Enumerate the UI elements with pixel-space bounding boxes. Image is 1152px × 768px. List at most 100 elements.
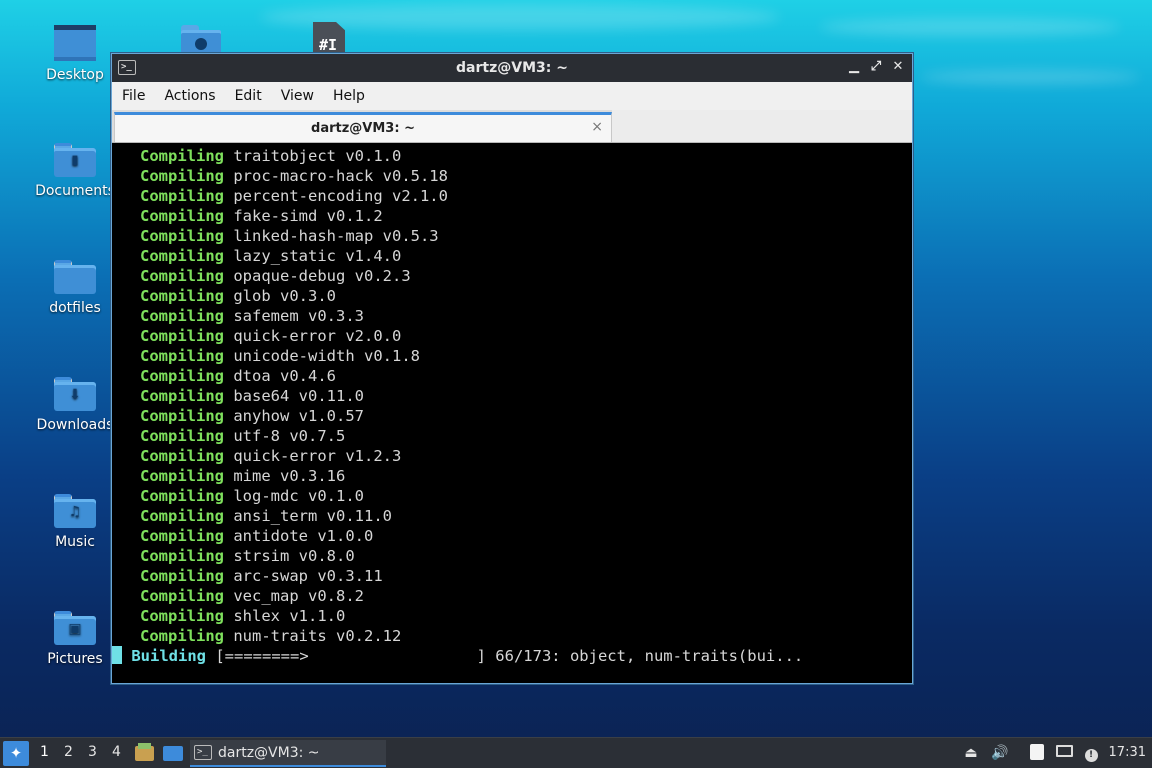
terminal-line: Compiling glob v0.3.0 <box>112 286 912 306</box>
crate-name: lazy_static v1.4.0 <box>233 247 402 265</box>
clock: 17:31 <box>1108 745 1146 760</box>
menu-edit[interactable]: Edit <box>235 88 273 104</box>
menu-actions[interactable]: Actions <box>164 88 226 104</box>
crate-name: log-mdc v0.1.0 <box>233 487 364 505</box>
terminal-line: Compiling quick-error v1.2.3 <box>112 446 912 466</box>
crate-name: percent-encoding v2.1.0 <box>233 187 448 205</box>
menu-file[interactable]: File <box>122 88 156 104</box>
crate-name: unicode-width v0.1.8 <box>233 347 420 365</box>
crate-name: dtoa v0.4.6 <box>233 367 336 385</box>
tab-bar: dartz@VM3: ~ × <box>112 110 912 143</box>
documents-folder[interactable]: ▮ Documents <box>30 143 120 199</box>
compile-keyword: Compiling <box>140 567 224 585</box>
terminal-line: Compiling shlex v1.1.0 <box>112 606 912 626</box>
terminal-line: Compiling base64 v0.11.0 <box>112 386 912 406</box>
background-streak <box>920 70 1140 84</box>
terminal-line: Compiling dtoa v0.4.6 <box>112 366 912 386</box>
dotfiles-folder[interactable]: dotfiles <box>30 260 120 316</box>
compile-keyword: Compiling <box>140 147 224 165</box>
terminal-line: Compiling fake-simd v0.1.2 <box>112 206 912 226</box>
terminal-app-icon[interactable]: >_ <box>118 60 136 75</box>
pictures-folder-label: Pictures <box>47 651 103 667</box>
compile-keyword: Compiling <box>140 187 224 205</box>
terminal-line: Compiling percent-encoding v2.1.0 <box>112 186 912 206</box>
documents-icon: ▮ <box>54 143 96 177</box>
maximize-button[interactable]: ⤢ <box>868 58 884 76</box>
desktop-icon <box>54 25 96 61</box>
text-file-icon[interactable]: #I <box>313 22 345 55</box>
clipboard-icon[interactable] <box>1028 744 1046 762</box>
crate-name: fake-simd v0.1.2 <box>233 207 383 225</box>
compile-keyword: Compiling <box>140 407 224 425</box>
compile-keyword: Compiling <box>140 607 224 625</box>
home-folder-icon[interactable] <box>181 25 223 55</box>
taskbar-terminal-item[interactable]: >_ dartz@VM3: ~ <box>190 740 386 767</box>
download-icon: ⬇ <box>54 377 96 411</box>
taskbar-terminal-label: dartz@VM3: ~ <box>218 744 320 761</box>
file-manager-icon[interactable] <box>135 743 155 763</box>
compile-keyword: Compiling <box>140 327 224 345</box>
terminal-line: Compiling mime v0.3.16 <box>112 466 912 486</box>
workspace-4[interactable]: 4 <box>112 744 121 760</box>
crate-name: anyhow v1.0.57 <box>233 407 364 425</box>
compile-keyword: Compiling <box>140 627 224 645</box>
menu-help[interactable]: Help <box>333 88 376 104</box>
terminal-tab-label: dartz@VM3: ~ <box>311 121 415 136</box>
music-folder-label: Music <box>55 534 95 550</box>
terminal-line: Compiling log-mdc v0.1.0 <box>112 486 912 506</box>
picture-icon: ▣ <box>54 611 96 645</box>
tab-bar-empty <box>612 110 912 142</box>
terminal-line: Compiling traitobject v0.1.0 <box>112 146 912 166</box>
desktop-folder[interactable]: Desktop <box>30 25 120 83</box>
workspace-2[interactable]: 2 <box>64 744 73 760</box>
terminal-line: Compiling num-traits v0.2.12 <box>112 626 912 646</box>
crate-name: traitobject v0.1.0 <box>233 147 402 165</box>
terminal-line: Compiling utf-8 v0.7.5 <box>112 426 912 446</box>
pictures-folder[interactable]: ▣ Pictures <box>30 611 120 667</box>
compile-keyword: Compiling <box>140 527 224 545</box>
terminal-window[interactable]: >_ dartz@VM3: ~ ▁ ⤢ ✕ File Actions Edit … <box>111 53 913 684</box>
close-window-button[interactable]: ✕ <box>890 58 906 76</box>
start-menu-button[interactable]: ✦ <box>3 741 29 766</box>
volume-icon[interactable]: 🔊 <box>991 744 1009 762</box>
lxqt-logo-icon: ✦ <box>9 744 23 762</box>
terminal-icon: >_ <box>194 745 212 760</box>
crate-name: mime v0.3.16 <box>233 467 346 485</box>
terminal-line: Compiling safemem v0.3.3 <box>112 306 912 326</box>
crate-name: arc-swap v0.3.11 <box>233 567 383 585</box>
terminal-tab[interactable]: dartz@VM3: ~ × <box>114 112 612 142</box>
terminal-line: Compiling proc-macro-hack v0.5.18 <box>112 166 912 186</box>
background-streak <box>820 18 1120 36</box>
menu-view[interactable]: View <box>281 88 325 104</box>
compile-keyword: Compiling <box>140 487 224 505</box>
update-icon[interactable]: ! <box>1082 744 1100 762</box>
music-folder[interactable]: ♫ Music <box>30 494 120 550</box>
workspace-3[interactable]: 3 <box>88 744 97 760</box>
build-progress-text: [========> ] 66/173: object, num-traits(… <box>215 647 804 665</box>
compile-keyword: Compiling <box>140 247 224 265</box>
terminal-line: Compiling lazy_static v1.4.0 <box>112 246 912 266</box>
terminal-line: Compiling anyhow v1.0.57 <box>112 406 912 426</box>
minimize-button[interactable]: ▁ <box>846 58 862 76</box>
eject-icon[interactable]: ⏏ <box>962 744 980 762</box>
build-progress-line: Building [========> ] 66/173: object, nu… <box>112 646 912 666</box>
compile-keyword: Compiling <box>140 227 224 245</box>
crate-name: opaque-debug v0.2.3 <box>233 267 411 285</box>
crate-name: vec_map v0.8.2 <box>233 587 364 605</box>
show-desktop-icon[interactable] <box>163 743 183 763</box>
crate-name: base64 v0.11.0 <box>233 387 364 405</box>
music-icon: ♫ <box>54 494 96 528</box>
downloads-folder[interactable]: ⬇ Downloads <box>30 377 120 433</box>
compile-keyword: Compiling <box>140 507 224 525</box>
terminal-cursor <box>112 646 122 664</box>
terminal-output[interactable]: Compiling traitobject v0.1.0 Compiling p… <box>112 143 912 683</box>
crate-name: shlex v1.1.0 <box>233 607 346 625</box>
workspace-1[interactable]: 1 <box>40 744 49 760</box>
tab-close-button[interactable]: × <box>591 119 603 135</box>
compile-keyword: Compiling <box>140 447 224 465</box>
terminal-line: Compiling quick-error v2.0.0 <box>112 326 912 346</box>
window-titlebar[interactable]: >_ dartz@VM3: ~ ▁ ⤢ ✕ <box>112 54 912 82</box>
terminal-line: Compiling linked-hash-map v0.5.3 <box>112 226 912 246</box>
network-icon[interactable] <box>1055 744 1073 762</box>
terminal-line: Compiling arc-swap v0.3.11 <box>112 566 912 586</box>
